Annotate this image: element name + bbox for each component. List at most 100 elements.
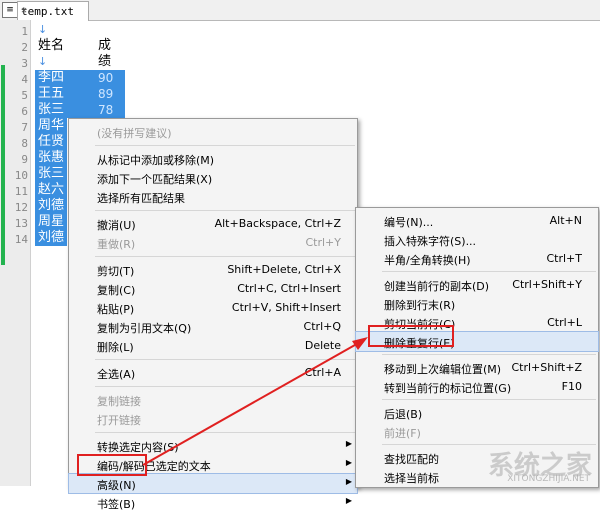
context_menu-item-label: 粘贴(P) [97,303,135,316]
line-number: 2 [21,41,28,54]
watermark-url: XITONGZHIJIA.NET [507,474,590,484]
line-number: 14 [14,233,28,246]
doc-line-3[interactable]: ↓ [38,54,47,70]
context_menu-item-label: 撤消(U) [97,219,136,232]
doc-line-1[interactable]: ↓ [38,22,47,38]
line-number: 13 [14,217,28,230]
context_menu-item[interactable]: 选择所有匹配结果 [69,187,357,206]
context_menu-item[interactable]: 删除(L) Delete [69,336,357,355]
submenu-item-label: 编号(N)... [384,216,434,229]
row-name[interactable]: 王五 [38,86,64,102]
context_menu-item[interactable]: 剪切(T) Shift+Delete, Ctrl+X [69,260,357,279]
context_menu-item[interactable]: 全选(A) Ctrl+A [69,363,357,382]
submenu-arrow-icon: ▶ [345,458,352,467]
context_menu-item-label: 剪切(T) [97,265,135,278]
submenu-item-shortcut: F10 [561,380,582,393]
line-number: 10 [14,169,28,182]
context_menu-item[interactable]: 添加下一个匹配结果(X) [69,168,357,187]
context_menu-item[interactable]: 复制(C) Ctrl+C, Ctrl+Insert [69,279,357,298]
context_menu-item: 打开链接 [69,409,357,428]
context-menu: (没有拼写建议) 从标记中添加或移除(M) 添加下一个匹配结果(X) 选择所有匹配结果… [68,118,358,511]
row-name[interactable]: 张三 [38,102,64,118]
row-name[interactable]: 李四 [38,70,64,86]
context_menu-item[interactable]: 高级(N) ▶ [68,473,358,494]
menu-separator [95,256,355,257]
line-number: 8 [21,137,28,150]
context_menu-item-label: 转换选定内容(S) [97,441,179,454]
context_menu-item-label: 打开链接 [97,414,141,427]
context_menu-item: (没有拼写建议) [69,122,357,141]
annotation-box-advanced [77,454,147,476]
doc-header-line[interactable]: 姓名 成绩↓ [38,38,111,85]
submenu-item[interactable]: 删除到行末(R) [356,294,598,313]
context_menu-item[interactable]: 转换选定内容(S) ▶ [69,436,357,455]
submenu-item[interactable]: 转到当前行的标记位置(G) F10 [356,377,598,396]
context_menu-item-label: (没有拼写建议) [97,127,172,140]
context_menu-item-shortcut: Alt+Backspace, Ctrl+Z [214,217,341,230]
context_menu-item[interactable]: 复制为引用文本(Q) Ctrl+Q [69,317,357,336]
submenu-item[interactable]: 创建当前行的副本(D) Ctrl+Shift+Y [356,275,598,294]
row-name[interactable]: 刘德 [38,230,64,246]
context_menu-item-label: 复制链接 [97,395,141,408]
row-name[interactable]: 任贤 [38,134,64,150]
context_menu-item-label: 从标记中添加或移除(M) [97,154,215,167]
submenu-item[interactable]: 后退(B) [356,403,598,422]
submenu-item[interactable]: 插入特殊字符(S)... [356,230,598,249]
tab-filename: temp.txt [21,5,74,18]
line-number: 12 [14,201,28,214]
row-name[interactable]: 赵六 [38,182,64,198]
submenu-item-label: 删除到行末(R) [384,299,456,312]
context_menu-item-label: 重做(R) [97,238,136,251]
context_menu-item[interactable]: 从标记中添加或移除(M) [69,149,357,168]
submenu-item-shortcut: Ctrl+T [546,252,582,265]
context_menu-item[interactable]: 书签(B) ▶ [69,493,357,512]
submenu-item-label: 创建当前行的副本(D) [384,280,490,293]
context_menu-item-label: 全选(A) [97,368,136,381]
row-score[interactable]: 89 [98,86,113,102]
notepad-icon: ≡ [2,2,18,18]
row-name[interactable]: 张惠 [38,150,64,166]
row-name[interactable]: 张三 [38,166,64,182]
context_menu-item-shortcut: Ctrl+C, Ctrl+Insert [237,282,341,295]
row-score[interactable]: 90 [98,70,113,86]
submenu-item-label: 查找匹配的 [384,453,439,466]
line-number: 1 [21,25,28,38]
line-number: 6 [21,105,28,118]
submenu-item-label: 转到当前行的标记位置(G) [384,382,512,395]
tab-bar: ≡ temp.txt ✕ [0,0,600,21]
menu-separator [382,354,596,355]
context_menu-item[interactable]: 撤消(U) Alt+Backspace, Ctrl+Z [69,214,357,233]
context_menu-item-label: 选择所有匹配结果 [97,192,185,205]
row-score[interactable]: 78 [98,102,113,118]
menu-separator [382,271,596,272]
submenu-item[interactable]: 编号(N)... Alt+N [356,211,598,230]
context_menu-item-shortcut: Ctrl+Y [305,236,341,249]
row-name[interactable]: 周华 [38,118,64,134]
context_menu-item-label: 书签(B) [97,498,136,511]
submenu-item-shortcut: Ctrl+L [547,316,582,329]
context_menu-item-shortcut: Delete [304,339,341,352]
line-number: 11 [14,185,28,198]
submenu-arrow-icon: ▶ [345,496,352,505]
row-name[interactable]: 周星 [38,214,64,230]
context_menu-item-shortcut: Shift+Delete, Ctrl+X [227,263,341,276]
row-name[interactable]: 刘德 [38,198,64,214]
context_menu-item-label: 复制为引用文本(Q) [97,322,192,335]
submenu-item-label: 选择当前标 [384,472,439,485]
context_menu-item-shortcut: Ctrl+V, Shift+Insert [231,301,341,314]
menu-separator [382,399,596,400]
submenu-arrow-icon: ▶ [345,439,352,448]
close-icon[interactable]: ✕ [21,5,27,16]
context_menu-item: 复制链接 [69,390,357,409]
submenu-item-label: 插入特殊字符(S)... [384,235,477,248]
context_menu-item[interactable]: 粘贴(P) Ctrl+V, Shift+Insert [69,298,357,317]
line-number: 3 [21,57,28,70]
submenu-item[interactable]: 半角/全角转换(H) Ctrl+T [356,249,598,268]
context_menu-item: 重做(R) Ctrl+Y [69,233,357,252]
submenu-item[interactable]: 移动到上次编辑位置(M) Ctrl+Shift+Z [356,358,598,377]
submenu-item-shortcut: Ctrl+Shift+Y [512,278,582,291]
submenu-arrow-icon: ▶ [345,477,352,486]
tab-temp-txt[interactable]: temp.txt ✕ [17,1,89,21]
context_menu-item-label: 添加下一个匹配结果(X) [97,173,213,186]
context_menu-item-label: 高级(N) [97,479,136,492]
